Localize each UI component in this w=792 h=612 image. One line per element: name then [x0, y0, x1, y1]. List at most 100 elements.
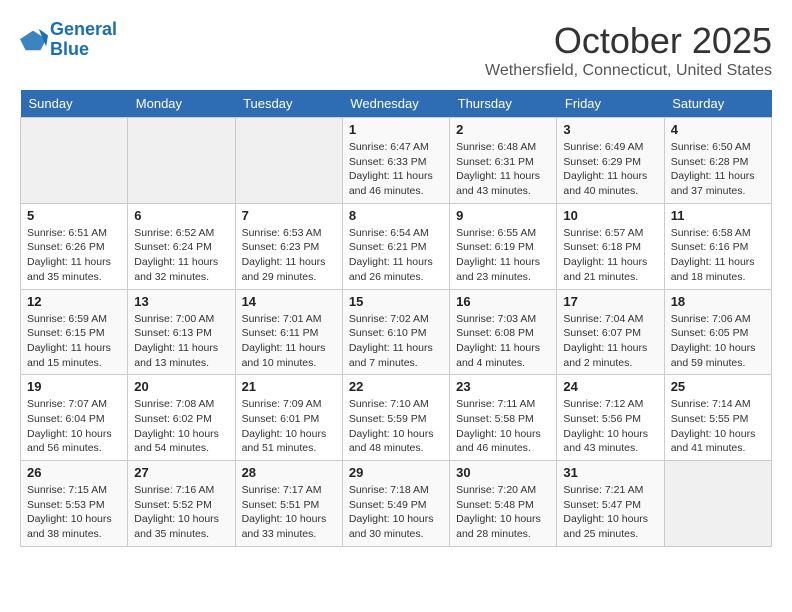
day-number: 7	[242, 208, 336, 223]
day-info: Sunrise: 7:04 AM Sunset: 6:07 PM Dayligh…	[563, 312, 657, 371]
calendar-cell: 15Sunrise: 7:02 AM Sunset: 6:10 PM Dayli…	[342, 289, 449, 375]
calendar-cell: 30 Sunrise: 7:20 AM Sunset: 5:48 PM Dayli…	[450, 461, 557, 547]
page-header: General Blue October 2025 Wethersfield, …	[20, 20, 772, 80]
day-info: Sunrise: 7:11 AM Sunset: 5:58 PM Dayligh…	[456, 397, 550, 456]
calendar-cell: 24 Sunrise: 7:12 AM Sunset: 5:56 PM Dayli…	[557, 375, 664, 461]
day-info: Sunrise: 6:55 AM Sunset: 6:19 PM Dayligh…	[456, 226, 550, 285]
day-number: 26	[27, 465, 121, 480]
calendar-cell: 21 Sunrise: 7:09 AM Sunset: 6:01 PM Dayli…	[235, 375, 342, 461]
day-number: 21	[242, 379, 336, 394]
week-row-4: 19Sunrise: 7:07 AM Sunset: 6:04 PM Dayli…	[21, 375, 772, 461]
calendar-cell: 29 Sunrise: 7:18 AM Sunset: 5:49 PM Dayli…	[342, 461, 449, 547]
calendar-cell: 25 Sunrise: 7:14 AM Sunset: 5:55 PM Dayli…	[664, 375, 771, 461]
day-info: Sunrise: 7:03 AM Sunset: 6:08 PM Dayligh…	[456, 312, 550, 371]
logo-line1: General	[50, 19, 117, 39]
calendar-cell: 16 Sunrise: 7:03 AM Sunset: 6:08 PM Dayli…	[450, 289, 557, 375]
weekday-header-thursday: Thursday	[450, 90, 557, 118]
calendar-cell: 10 Sunrise: 6:57 AM Sunset: 6:18 PM Dayli…	[557, 203, 664, 289]
day-number: 9	[456, 208, 550, 223]
day-number: 10	[563, 208, 657, 223]
day-number: 4	[671, 122, 765, 137]
day-number: 8	[349, 208, 443, 223]
title-block: October 2025 Wethersfield, Connecticut, …	[485, 20, 772, 80]
day-number: 31	[563, 465, 657, 480]
day-number: 3	[563, 122, 657, 137]
month-title: October 2025	[485, 20, 772, 62]
day-info: Sunrise: 7:09 AM Sunset: 6:01 PM Dayligh…	[242, 397, 336, 456]
calendar-cell: 2 Sunrise: 6:48 AM Sunset: 6:31 PM Daylig…	[450, 118, 557, 204]
weekday-header-friday: Friday	[557, 90, 664, 118]
calendar-cell: 1Sunrise: 6:47 AM Sunset: 6:33 PM Daylig…	[342, 118, 449, 204]
logo-text: General Blue	[50, 20, 117, 60]
day-number: 2	[456, 122, 550, 137]
day-number: 16	[456, 294, 550, 309]
day-info: Sunrise: 7:12 AM Sunset: 5:56 PM Dayligh…	[563, 397, 657, 456]
day-info: Sunrise: 6:51 AM Sunset: 6:26 PM Dayligh…	[27, 226, 121, 285]
calendar-cell: 23Sunrise: 7:11 AM Sunset: 5:58 PM Dayli…	[450, 375, 557, 461]
day-info: Sunrise: 7:17 AM Sunset: 5:51 PM Dayligh…	[242, 483, 336, 542]
calendar-cell: 7Sunrise: 6:53 AM Sunset: 6:23 PM Daylig…	[235, 203, 342, 289]
calendar-cell: 12 Sunrise: 6:59 AM Sunset: 6:15 PM Dayli…	[21, 289, 128, 375]
day-info: Sunrise: 6:49 AM Sunset: 6:29 PM Dayligh…	[563, 140, 657, 199]
week-row-1: 1Sunrise: 6:47 AM Sunset: 6:33 PM Daylig…	[21, 118, 772, 204]
calendar-cell: 31 Sunrise: 7:21 AM Sunset: 5:47 PM Dayli…	[557, 461, 664, 547]
day-info: Sunrise: 6:57 AM Sunset: 6:18 PM Dayligh…	[563, 226, 657, 285]
week-row-5: 26 Sunrise: 7:15 AM Sunset: 5:53 PM Dayli…	[21, 461, 772, 547]
day-number: 28	[242, 465, 336, 480]
calendar-cell: 14Sunrise: 7:01 AM Sunset: 6:11 PM Dayli…	[235, 289, 342, 375]
day-number: 27	[134, 465, 228, 480]
day-number: 29	[349, 465, 443, 480]
week-row-2: 5Sunrise: 6:51 AM Sunset: 6:26 PM Daylig…	[21, 203, 772, 289]
day-info: Sunrise: 6:58 AM Sunset: 6:16 PM Dayligh…	[671, 226, 765, 285]
day-info: Sunrise: 7:15 AM Sunset: 5:53 PM Dayligh…	[27, 483, 121, 542]
week-row-3: 12 Sunrise: 6:59 AM Sunset: 6:15 PM Dayli…	[21, 289, 772, 375]
location-title: Wethersfield, Connecticut, United States	[485, 62, 772, 80]
weekday-header-saturday: Saturday	[664, 90, 771, 118]
calendar-cell: 8Sunrise: 6:54 AM Sunset: 6:21 PM Daylig…	[342, 203, 449, 289]
day-info: Sunrise: 7:20 AM Sunset: 5:48 PM Dayligh…	[456, 483, 550, 542]
calendar-cell	[21, 118, 128, 204]
day-number: 12	[27, 294, 121, 309]
calendar-cell: 5Sunrise: 6:51 AM Sunset: 6:26 PM Daylig…	[21, 203, 128, 289]
day-info: Sunrise: 6:48 AM Sunset: 6:31 PM Dayligh…	[456, 140, 550, 199]
day-number: 24	[563, 379, 657, 394]
calendar-cell: 4 Sunrise: 6:50 AM Sunset: 6:28 PM Daylig…	[664, 118, 771, 204]
calendar-cell: 18Sunrise: 7:06 AM Sunset: 6:05 PM Dayli…	[664, 289, 771, 375]
day-number: 15	[349, 294, 443, 309]
day-info: Sunrise: 6:52 AM Sunset: 6:24 PM Dayligh…	[134, 226, 228, 285]
calendar-cell	[664, 461, 771, 547]
day-number: 17	[563, 294, 657, 309]
day-info: Sunrise: 7:01 AM Sunset: 6:11 PM Dayligh…	[242, 312, 336, 371]
day-number: 11	[671, 208, 765, 223]
weekday-header-wednesday: Wednesday	[342, 90, 449, 118]
day-number: 6	[134, 208, 228, 223]
calendar-cell: 19Sunrise: 7:07 AM Sunset: 6:04 PM Dayli…	[21, 375, 128, 461]
day-info: Sunrise: 6:59 AM Sunset: 6:15 PM Dayligh…	[27, 312, 121, 371]
calendar-cell: 6 Sunrise: 6:52 AM Sunset: 6:24 PM Daylig…	[128, 203, 235, 289]
day-number: 25	[671, 379, 765, 394]
day-number: 20	[134, 379, 228, 394]
day-number: 19	[27, 379, 121, 394]
day-number: 13	[134, 294, 228, 309]
calendar-cell: 17 Sunrise: 7:04 AM Sunset: 6:07 PM Dayli…	[557, 289, 664, 375]
calendar-cell	[128, 118, 235, 204]
day-info: Sunrise: 6:47 AM Sunset: 6:33 PM Dayligh…	[349, 140, 443, 199]
calendar-cell: 13Sunrise: 7:00 AM Sunset: 6:13 PM Dayli…	[128, 289, 235, 375]
calendar-cell: 28 Sunrise: 7:17 AM Sunset: 5:51 PM Dayli…	[235, 461, 342, 547]
calendar-cell: 3 Sunrise: 6:49 AM Sunset: 6:29 PM Daylig…	[557, 118, 664, 204]
logo-line2: Blue	[50, 39, 89, 59]
calendar-cell: 26 Sunrise: 7:15 AM Sunset: 5:53 PM Dayli…	[21, 461, 128, 547]
day-info: Sunrise: 7:16 AM Sunset: 5:52 PM Dayligh…	[134, 483, 228, 542]
weekday-header-sunday: Sunday	[21, 90, 128, 118]
calendar-table: SundayMondayTuesdayWednesdayThursdayFrid…	[20, 90, 772, 547]
day-number: 22	[349, 379, 443, 394]
calendar-cell: 27 Sunrise: 7:16 AM Sunset: 5:52 PM Dayli…	[128, 461, 235, 547]
day-info: Sunrise: 7:14 AM Sunset: 5:55 PM Dayligh…	[671, 397, 765, 456]
day-info: Sunrise: 7:18 AM Sunset: 5:49 PM Dayligh…	[349, 483, 443, 542]
day-info: Sunrise: 6:50 AM Sunset: 6:28 PM Dayligh…	[671, 140, 765, 199]
calendar-cell: 9 Sunrise: 6:55 AM Sunset: 6:19 PM Daylig…	[450, 203, 557, 289]
day-number: 30	[456, 465, 550, 480]
day-info: Sunrise: 7:21 AM Sunset: 5:47 PM Dayligh…	[563, 483, 657, 542]
day-info: Sunrise: 7:10 AM Sunset: 5:59 PM Dayligh…	[349, 397, 443, 456]
day-info: Sunrise: 7:08 AM Sunset: 6:02 PM Dayligh…	[134, 397, 228, 456]
